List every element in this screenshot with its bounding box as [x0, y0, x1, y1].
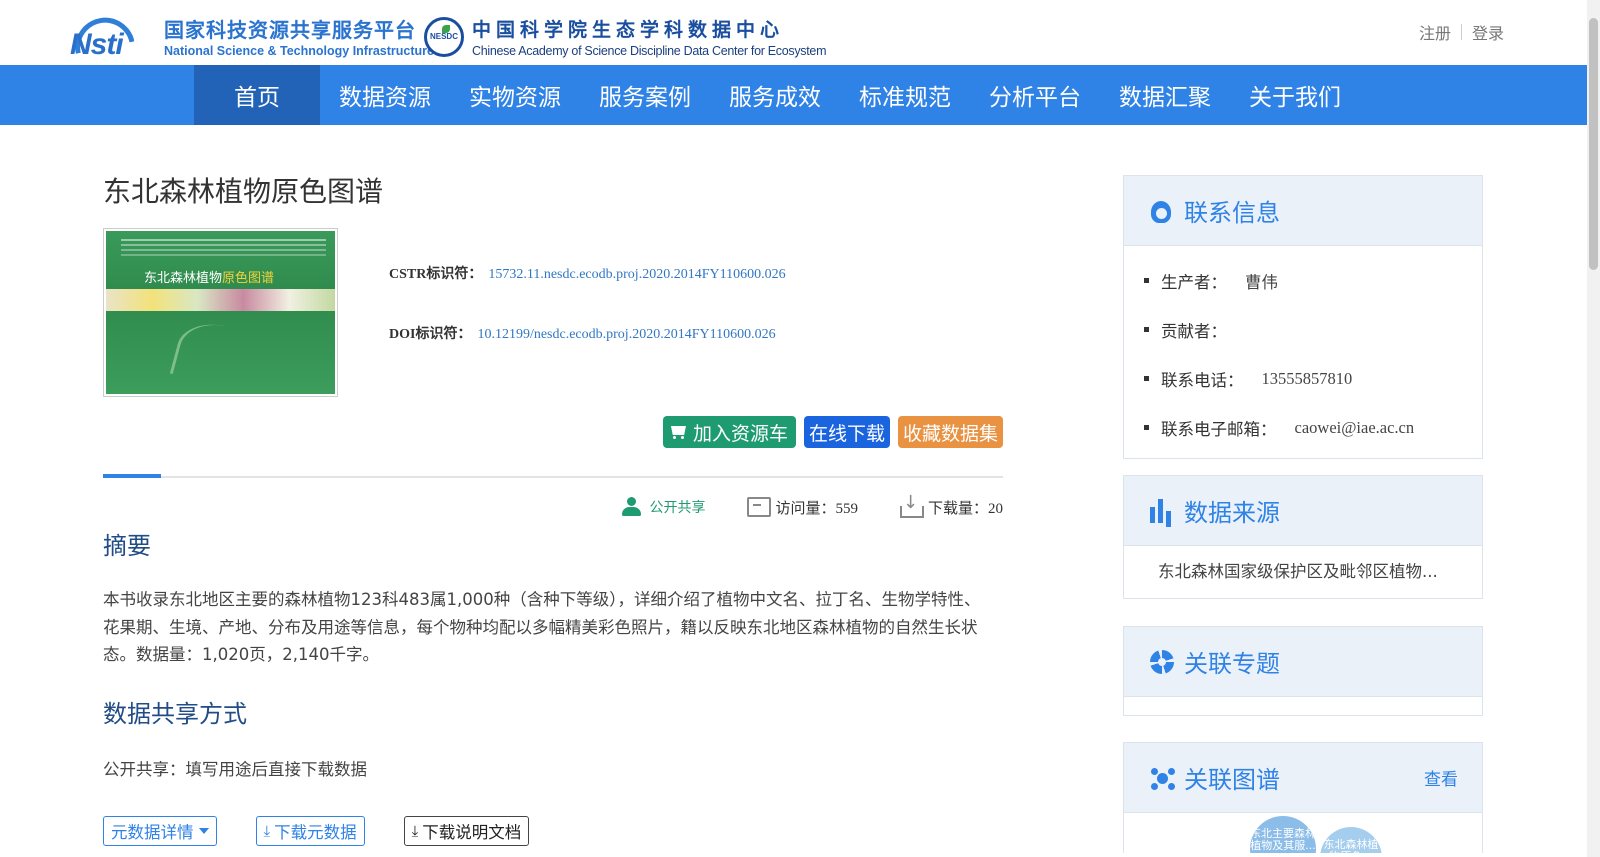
nesdc-logo[interactable]: NESDC 中国科学院生态学科数据中心 Chinese Academy of S… [424, 15, 826, 58]
user-share-icon [619, 496, 643, 518]
register-link[interactable]: 注册 [1419, 20, 1451, 44]
nav-item-2[interactable]: 实物资源 [450, 65, 580, 125]
view-icon [745, 496, 772, 518]
graph-canvas[interactable]: 东北主要森林植物及其服... 东北森林植物原色... [1124, 813, 1482, 853]
graph-node[interactable]: 东北主要森林植物及其服... [1250, 816, 1316, 853]
caret-down-icon [198, 828, 209, 834]
graph-node[interactable]: 东北森林植物原色... [1320, 827, 1382, 853]
auth-links: 注册 登录 [1419, 20, 1504, 44]
download-icon [898, 492, 924, 518]
nesdc-badge-icon: NESDC [424, 16, 464, 57]
data-source-title: 数据来源 [1184, 499, 1280, 527]
page-title: 东北森林植物原色图谱 [103, 175, 384, 208]
related-topic-title: 关联专题 [1184, 650, 1280, 678]
view-graph-link[interactable]: 查看 [1424, 765, 1458, 790]
view-count: 访问量：559 [745, 496, 858, 518]
producer-item: 生产者： 曹伟 [1144, 256, 1482, 305]
contact-title: 联系信息 [1184, 199, 1280, 227]
share-method-text: 公开共享：填写用途后直接下载数据 [103, 760, 367, 779]
related-graph-panel: 关联图谱 查看 东北主要森林植物及其服... 东北森林植物原色... [1123, 742, 1483, 853]
contact-panel: 联系信息 生产者： 曹伟 贡献者： 联系电话： 13555857810 联系电子邮箱… [1123, 175, 1483, 459]
auth-divider [1460, 24, 1462, 40]
page-scrollbar[interactable] [1587, 0, 1600, 857]
fern-icon [169, 315, 273, 394]
nav-item-7[interactable]: 数据汇聚 [1100, 65, 1230, 125]
nesdc-logo-cn: 中国科学院生态学科数据中心 [472, 19, 785, 41]
cart-icon [669, 424, 689, 440]
contributor-item: 贡献者： [1144, 305, 1482, 354]
producer-value: 曹伟 [1245, 272, 1278, 292]
network-graph-icon [1148, 764, 1176, 792]
cstr-label: CSTR标识符： [389, 267, 483, 282]
tab-divider [103, 474, 1003, 478]
metadata-actions: 元数据详情 ⤓ 下载元数据 ⤓ 下载说明文档 [103, 816, 530, 846]
nesdc-logo-en: Chinese Academy of Science Discipline Da… [472, 44, 827, 58]
contact-icon [1148, 197, 1176, 225]
nav-item-3[interactable]: 服务案例 [580, 65, 710, 125]
nsti-logo[interactable]: Nsti 国家科技资源共享服务平台 National Science & Tec… [69, 12, 434, 61]
doi-link[interactable]: 10.12199/nesdc.ecodb.proj.2020.2014FY110… [477, 327, 775, 342]
login-link[interactable]: 登录 [1472, 20, 1504, 44]
online-download-button[interactable]: 在线下载 [803, 416, 890, 448]
dataset-detail: 东北森林植物原色图谱 东北森林植物原色图谱 CSTR标识符： 15732.11.n… [103, 170, 1003, 846]
bar-chart-icon [1148, 497, 1176, 525]
data-source-panel: 数据来源 东北森林国家级保护区及毗邻区植物... [1123, 475, 1483, 599]
download-metadata-button[interactable]: ⤓ 下载元数据 [255, 816, 365, 846]
abstract-text: 本书收录东北地区主要的森林植物123科483属1,000种（含种下等级），详细介… [103, 590, 981, 664]
nsti-logo-en: National Science & Technology Infrastruc… [164, 44, 434, 58]
nsti-logo-mark: Nsti [69, 12, 158, 61]
favorite-dataset-button[interactable]: 收藏数据集 [897, 416, 1003, 448]
topic-icon [1148, 648, 1176, 676]
nav-item-5[interactable]: 标准规范 [840, 65, 970, 125]
nav-item-0[interactable]: 首页 [194, 65, 320, 125]
dataset-stats: 公开共享 访问量：559 下载量：20 [579, 492, 1003, 518]
nav-item-4[interactable]: 服务成效 [710, 65, 840, 125]
download-doc-button[interactable]: ⤓ 下载说明文档 [403, 816, 530, 846]
share-status: 公开共享 [619, 496, 705, 518]
download-count: 下载量：20 [898, 492, 1003, 518]
metadata-details-dropdown[interactable]: 元数据详情 [103, 816, 217, 846]
main-nav: 首页 数据资源 实物资源 服务案例 服务成效 标准规范 分析平台 数据汇聚 关于我们 [0, 65, 1587, 125]
phone-item: 联系电话： 13555857810 [1144, 354, 1482, 403]
doi-label: DOI标识符： [389, 327, 472, 342]
dataset-cover-image: 东北森林植物原色图谱 [103, 228, 338, 397]
add-to-cart-button[interactable]: 加入资源车 [662, 416, 796, 448]
abstract-heading: 摘要 [103, 532, 151, 560]
nsti-logo-cn: 国家科技资源共享服务平台 [164, 18, 416, 42]
related-topic-panel: 关联专题 [1123, 626, 1483, 716]
phone-value: 13555857810 [1261, 368, 1353, 388]
site-header: Nsti 国家科技资源共享服务平台 National Science & Tec… [0, 0, 1600, 65]
email-item: 联系电子邮箱： caowei@iae.ac.cn [1144, 403, 1482, 452]
download-icon: ⤓ [411, 822, 419, 840]
dataset-actions: 加入资源车 在线下载 收藏数据集 [662, 416, 1003, 448]
share-method-heading: 数据共享方式 [103, 700, 247, 728]
tab-active-indicator [103, 474, 161, 478]
identifiers: CSTR标识符： 15732.11.nesdc.ecodb.proj.2020.2… [389, 263, 786, 343]
nav-item-8[interactable]: 关于我们 [1230, 65, 1360, 125]
scrollbar-thumb[interactable] [1589, 18, 1598, 270]
related-graph-title: 关联图谱 [1184, 766, 1280, 794]
data-source-link[interactable]: 东北森林国家级保护区及毗邻区植物... [1124, 546, 1482, 598]
cstr-link[interactable]: 15732.11.nesdc.ecodb.proj.2020.2014FY110… [488, 267, 785, 282]
nav-item-6[interactable]: 分析平台 [970, 65, 1100, 125]
download-icon: ⤓ [263, 822, 271, 840]
email-value[interactable]: caowei@iae.ac.cn [1295, 418, 1415, 438]
nav-item-1[interactable]: 数据资源 [320, 65, 450, 125]
